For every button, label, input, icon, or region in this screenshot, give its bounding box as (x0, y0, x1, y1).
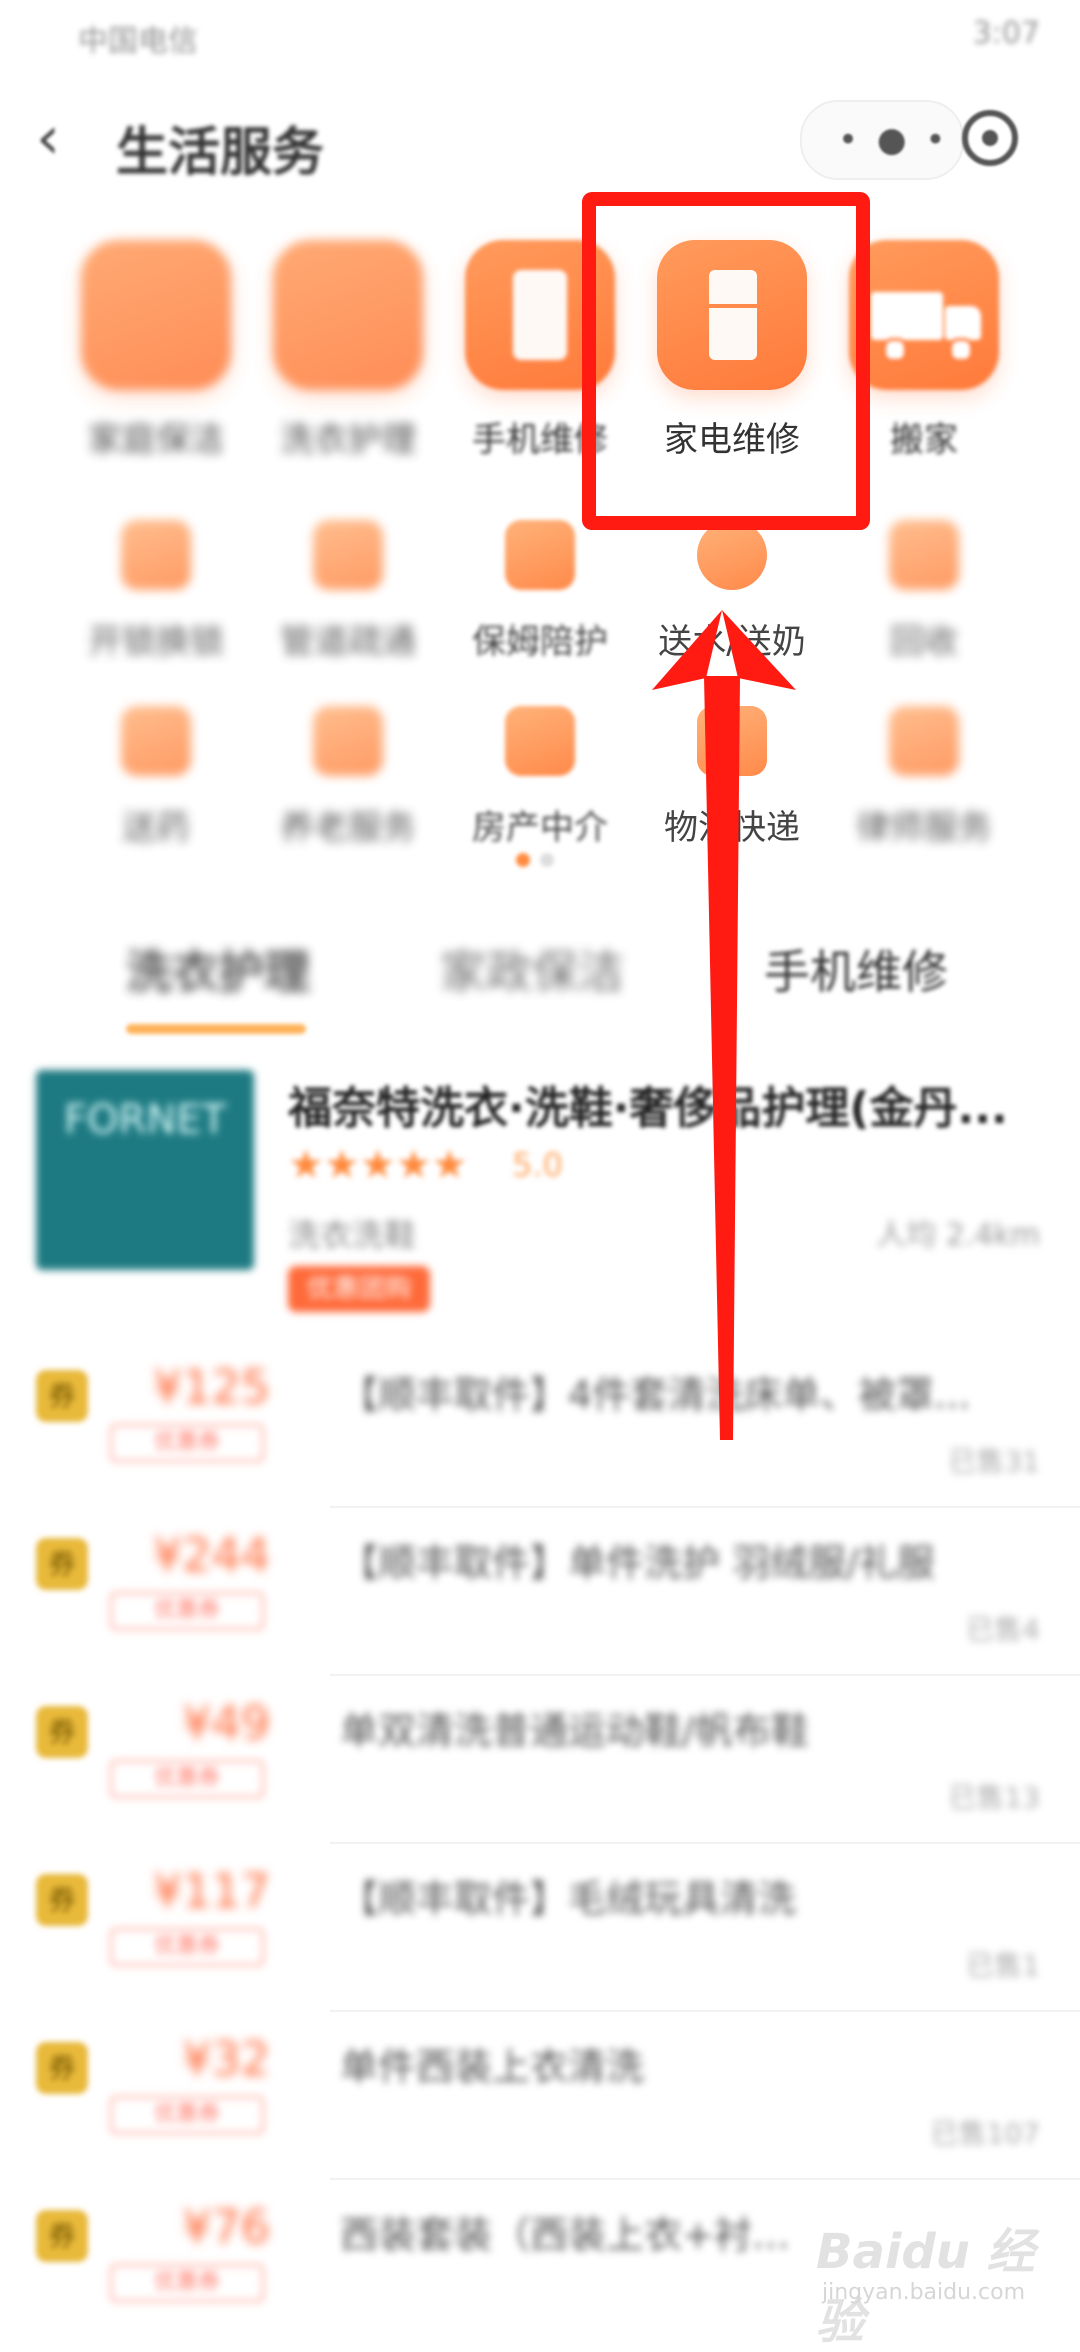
deal-sold: 已售13 (948, 1781, 1040, 1814)
menu-capsule: • ● • (800, 100, 964, 180)
service-lawyer[interactable]: 律师服务 (834, 706, 1014, 849)
status-bar: 中国电信 3:07 (0, 0, 1080, 70)
carrier-text: 中国电信 (78, 24, 198, 59)
watermark-url: jingyan.baidu.com (822, 2280, 1026, 2305)
deal-tag: 优惠券 (110, 1928, 264, 1966)
category-tabs: 洗衣护理 家政保洁 手机维修 (0, 900, 1080, 1050)
service-label: 律师服务 (856, 808, 992, 848)
service-home-cleaning[interactable]: 家庭保洁 (76, 240, 236, 461)
deal-sold: 已售1 (966, 1949, 1040, 1982)
service-label: 送水/送奶 (658, 622, 806, 662)
service-label: 房产中介 (472, 808, 608, 848)
service-real-estate[interactable]: 房产中介 (450, 706, 630, 849)
close-circle-icon[interactable] (962, 110, 1018, 166)
deal-row[interactable]: 券 ¥49 优惠券 单双清洗普通运动鞋/帆布鞋 已售13 (0, 1676, 1080, 1844)
coupon-icon: 券 (36, 1538, 88, 1590)
service-express[interactable]: 物流快递 (642, 706, 822, 849)
scooter-icon (697, 520, 767, 590)
service-pipe-dredge[interactable]: 管道疏通 (258, 520, 438, 663)
deal-title: 【顺丰取件】毛绒玩具清洗 (340, 1877, 797, 1921)
shop-card[interactable]: FORNET 福奈特洗衣·洗鞋·奢侈品护理(金丹... ★★★★★ 5.0 洗衣… (0, 1060, 1080, 1320)
page-dot-active (516, 853, 530, 867)
coupon-icon: 券 (36, 2210, 88, 2262)
service-label: 家庭保洁 (88, 420, 224, 460)
coupon-icon: 券 (36, 2042, 88, 2094)
deal-row[interactable]: 券 ¥32 优惠券 单件西装上衣清洗 已售107 (0, 2012, 1080, 2180)
service-nanny[interactable]: 保姆陪护 (450, 520, 630, 663)
coupon-icon: 券 (36, 1874, 88, 1926)
bag-icon (505, 520, 575, 590)
deal-tag: 优惠券 (110, 1592, 264, 1630)
coupon-icon: 券 (36, 1706, 88, 1758)
deal-tag: 优惠券 (110, 1424, 264, 1462)
deal-price: ¥49 (182, 1696, 270, 1750)
deal-price: ¥117 (152, 1864, 270, 1918)
shop-name: 福奈特洗衣·洗鞋·奢侈品护理(金丹... (288, 1083, 1008, 1134)
elder-icon (313, 706, 383, 776)
page-title: 生活服务 (116, 123, 325, 183)
service-label: 开锁换锁 (88, 622, 224, 662)
truck-icon (849, 240, 999, 390)
deal-price: ¥244 (152, 1528, 270, 1582)
deal-tag: 优惠券 (110, 2264, 264, 2302)
service-elderly-care[interactable]: 养老服务 (258, 706, 438, 849)
nav-bar: ‹ 生活服务 • ● • (0, 88, 1080, 188)
deal-sold: 已售4 (966, 1613, 1040, 1646)
service-recycle[interactable]: 回收 (834, 520, 1014, 663)
more-dots-icon[interactable]: • ● • (838, 123, 949, 157)
service-label: 洗衣护理 (280, 420, 416, 460)
deal-row[interactable]: 券 ¥125 优惠券 【顺丰取件】4件套清洗床单、被罩... 已售31 (0, 1340, 1080, 1508)
deal-row[interactable]: 券 ¥117 优惠券 【顺丰取件】毛绒玩具清洗 已售1 (0, 1844, 1080, 2012)
lock-icon (121, 520, 191, 590)
service-label: 管道疏通 (280, 622, 416, 662)
deal-sold: 已售107 (930, 2117, 1040, 2150)
annotation-highlight-box (582, 192, 870, 530)
pipe-icon (313, 520, 383, 590)
service-label: 送药 (122, 808, 190, 848)
deal-title: 西装套装（西装上衣+衬衣+西裤） (340, 2213, 800, 2257)
cleaning-icon (81, 240, 231, 390)
service-laundry[interactable]: 洗衣护理 (268, 240, 428, 461)
package-icon (697, 706, 767, 776)
service-label: 保姆陪护 (472, 622, 608, 662)
deal-sold: 已售31 (948, 1445, 1040, 1478)
deal-price: ¥76 (182, 2200, 270, 2254)
service-label: 养老服务 (280, 808, 416, 848)
rating-score: 5.0 (512, 1146, 563, 1184)
service-water-milk[interactable]: 送水/送奶 (642, 520, 822, 663)
status-time: 3:07 (972, 16, 1040, 51)
deal-price: ¥32 (182, 2032, 270, 2086)
page-dot (540, 853, 554, 867)
deal-title: 单件西装上衣清洗 (340, 2045, 645, 2089)
service-label: 回收 (890, 622, 958, 662)
building-icon (505, 706, 575, 776)
baidu-watermark: Baidu 经验 jingyan.baidu.com (816, 2200, 1056, 2350)
tab-laundry[interactable]: 洗衣护理 (126, 936, 310, 1002)
service-label: 物流快递 (664, 808, 800, 848)
service-locksmith[interactable]: 开锁换锁 (66, 520, 246, 663)
shop-distance: 人均 2.4km (876, 1218, 1040, 1253)
deal-row[interactable]: 券 ¥244 优惠券 【顺丰取件】单件洗护 羽绒服/礼服 已售4 (0, 1508, 1080, 1676)
deal-title: 【顺丰取件】4件套清洗床单、被罩... (340, 1373, 971, 1417)
back-chevron-icon[interactable]: ‹ (36, 108, 80, 168)
medicine-icon (121, 706, 191, 776)
tab-cleaning[interactable]: 家政保洁 (440, 936, 624, 1002)
shop-thumbnail: FORNET (36, 1070, 254, 1270)
rating-stars: ★★★★★ (288, 1142, 468, 1188)
recycle-box-icon (889, 520, 959, 590)
coupon-icon: 券 (36, 1370, 88, 1422)
page-indicator (516, 852, 564, 871)
deal-title: 【顺丰取件】单件洗护 羽绒服/礼服 (340, 1541, 935, 1585)
deal-price: ¥125 (152, 1360, 270, 1414)
deal-title: 单双清洗普通运动鞋/帆布鞋 (340, 1709, 809, 1753)
shop-badge: 优惠团购 (288, 1266, 430, 1312)
active-tab-underline (126, 1024, 306, 1034)
shop-category: 洗衣洗鞋 (288, 1216, 417, 1254)
deal-tag: 优惠券 (110, 1760, 264, 1798)
document-icon (889, 706, 959, 776)
deal-tag: 优惠券 (110, 2096, 264, 2134)
shirt-icon (273, 240, 423, 390)
service-medicine[interactable]: 送药 (66, 706, 246, 849)
tab-phone-repair[interactable]: 手机维修 (764, 936, 948, 1002)
